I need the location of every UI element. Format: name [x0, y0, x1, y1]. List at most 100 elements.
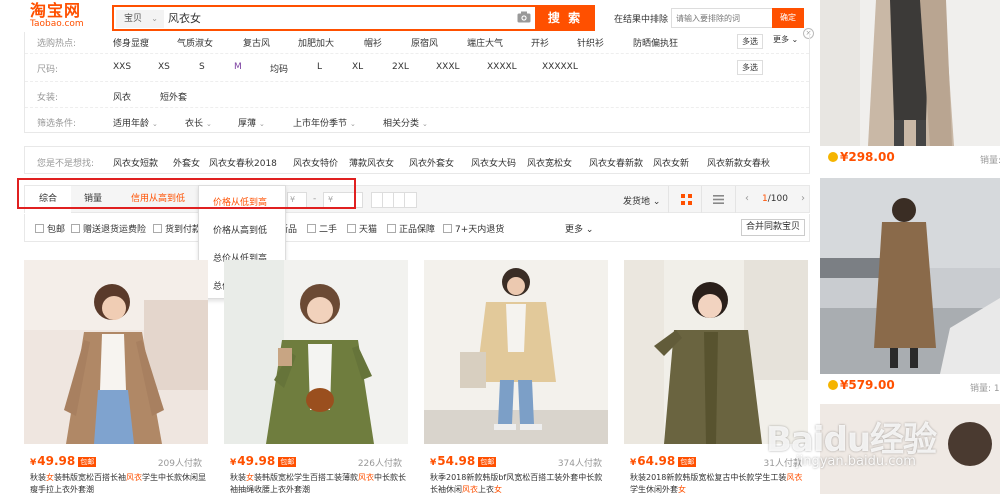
suggest-link[interactable]: 风衣外套女 [409, 156, 454, 169]
size-item[interactable]: XXXL [436, 62, 460, 72]
size-item[interactable]: 2XL [392, 62, 409, 72]
option-checkbox[interactable]: 7+天内退货 [443, 222, 504, 235]
highlight-box [17, 178, 356, 209]
price-filter-toggle[interactable] [371, 192, 417, 208]
ad-price: ¥298.00 [828, 150, 895, 164]
dropdown-item-price-desc[interactable]: 价格从高到低 [213, 223, 267, 236]
chevron-down-icon: ⌄ [151, 14, 158, 23]
condition-label: 衣长 [185, 119, 204, 129]
chevron-down-icon: ⌄ [259, 120, 265, 128]
size-item[interactable]: S [199, 62, 205, 72]
title-part: 装韩版宽松百搭长袖 [54, 473, 126, 482]
hot-item[interactable]: 原宿风 [411, 36, 438, 49]
page-indicator: 1/100 [762, 194, 788, 204]
size-item[interactable]: XXXXL [487, 62, 517, 72]
options-more-button[interactable]: 更多 ⌄ [565, 222, 593, 235]
hot-item[interactable]: 防晒偏执狂 [633, 36, 678, 49]
suggest-link[interactable]: 风衣新款女春秋 [707, 156, 770, 169]
hot-item[interactable]: 加肥加大 [298, 36, 334, 49]
list-view-icon[interactable] [713, 194, 724, 205]
suggest-link[interactable]: 外套女 [173, 156, 200, 169]
product-title[interactable]: 秋季2018新款韩版bf风宽松百搭工装外套中长款长袖休闲风衣上衣女 [430, 472, 606, 494]
merge-same-button[interactable]: 合并同款宝贝 [741, 219, 806, 236]
title-highlight: 女 [678, 485, 686, 494]
grid-view-icon[interactable] [681, 194, 692, 205]
title-part: 上衣 [478, 485, 494, 494]
option-checkbox[interactable]: 赠送退货运费险 [71, 222, 146, 235]
exclude-confirm-button[interactable]: 确定 [772, 8, 804, 28]
search-type-select[interactable]: 宝贝 ⌄ [116, 10, 164, 28]
option-checkbox[interactable]: 二手 [307, 222, 337, 235]
ad-image[interactable] [820, 178, 1000, 374]
search-button[interactable]: 搜 索 [535, 5, 595, 31]
hot-item[interactable]: 开衫 [531, 36, 549, 49]
currency-symbol: ¥ [430, 458, 437, 468]
filter-panel: 选购热点: 修身显瘦 气质淑女 复古风 加肥加大 帽衫 原宿风 端庄大气 开衫 … [24, 32, 810, 133]
condition-label: 相关分类 [383, 119, 420, 129]
hot-item[interactable]: 帽衫 [364, 36, 382, 49]
multi-select-button[interactable]: 多选 [737, 60, 763, 75]
suggest-link[interactable]: 风衣女特价 [293, 156, 338, 169]
size-item[interactable]: M [234, 62, 242, 72]
buyer-count: 374人付款 [557, 459, 602, 469]
product-card[interactable]: ¥49.98 包邮 226人付款 秋装女装韩版宽松学生百搭工装薄款风衣中长款长袖抽… [224, 260, 408, 494]
prev-page-icon[interactable]: ‹ [745, 193, 749, 204]
title-part: 秋装 [30, 473, 46, 482]
search-type-label: 宝贝 [124, 14, 143, 24]
crown-icon [828, 152, 838, 162]
product-image[interactable] [224, 260, 408, 444]
buyer-count: 209人付款 [157, 459, 202, 469]
size-item[interactable]: L [317, 62, 322, 72]
hot-item[interactable]: 修身显瘦 [113, 36, 149, 49]
suggest-link[interactable]: 风衣女春新款 [589, 156, 643, 169]
hot-item[interactable]: 复古风 [243, 36, 270, 49]
exclude-input[interactable] [671, 8, 773, 28]
product-card[interactable]: ¥49.98 包邮 209人付款 秋装女装韩版宽松百搭长袖风衣学生中长款休闲显瘦手… [24, 260, 208, 494]
product-image[interactable] [424, 260, 608, 444]
suggest-link[interactable]: 风衣宽松女 [527, 156, 572, 169]
suggest-link[interactable]: 风衣女新 [653, 156, 689, 169]
option-checkbox[interactable]: 包邮 [35, 222, 65, 235]
title-highlight: 女 [46, 473, 54, 482]
size-item[interactable]: XXS [113, 62, 131, 72]
hot-item[interactable]: 针织衫 [577, 36, 604, 49]
category-item[interactable]: 短外套 [160, 90, 187, 103]
hot-item[interactable]: 端庄大气 [467, 36, 503, 49]
product-image[interactable] [624, 260, 808, 444]
condition-dropdown[interactable]: 适用年龄 ⌄ [113, 116, 158, 129]
multi-select-button[interactable]: 多选 [737, 34, 763, 49]
hot-item[interactable]: 气质淑女 [177, 36, 213, 49]
condition-dropdown[interactable]: 厚薄 ⌄ [238, 116, 265, 129]
next-page-icon[interactable]: › [801, 193, 805, 204]
condition-dropdown[interactable]: 相关分类 ⌄ [383, 116, 428, 129]
camera-icon[interactable] [517, 11, 531, 23]
product-title[interactable]: 秋装2018新款韩版宽松复古中长款学生工装风衣学生休闲外套女 [630, 472, 806, 494]
product-card[interactable]: ¥54.98 包邮 374人付款 秋季2018新款韩版bf风宽松百搭工装外套中长款… [424, 260, 608, 494]
product-card[interactable]: ¥64.98 包邮 31人付款 秋装2018新款韩版宽松复古中长款学生工装风衣学生… [624, 260, 808, 494]
size-item[interactable]: 均码 [270, 62, 288, 75]
size-item[interactable]: XXXXXL [542, 62, 578, 72]
ad-image[interactable] [820, 404, 1000, 494]
option-checkbox[interactable]: 天猫 [347, 222, 377, 235]
category-item[interactable]: 风衣 [113, 90, 131, 103]
ship-from-dropdown[interactable]: 发货地 ⌄ [623, 194, 660, 207]
more-button[interactable]: 更多 ⌄ [773, 34, 798, 45]
product-title[interactable]: 秋装女装韩版宽松学生百搭工装薄款风衣中长款长袖抽绳收腰上衣外套潮 [230, 472, 406, 494]
condition-dropdown[interactable]: 上市年份季节 ⌄ [293, 116, 356, 129]
product-image[interactable] [24, 260, 208, 444]
search-input[interactable] [168, 9, 508, 29]
size-item[interactable]: XL [352, 62, 363, 72]
suggest-link[interactable]: 薄款风衣女 [349, 156, 394, 169]
option-label: 7+天内退货 [455, 225, 505, 235]
option-checkbox[interactable]: 货到付款 [153, 222, 201, 235]
suggest-link[interactable]: 风衣女春秋2018 [209, 156, 277, 169]
option-checkbox[interactable]: 正品保障 [387, 222, 435, 235]
condition-dropdown[interactable]: 衣长 ⌄ [185, 116, 212, 129]
product-title[interactable]: 秋装女装韩版宽松百搭长袖风衣学生中长款休闲显瘦手拉上衣外套潮 [30, 472, 206, 494]
size-item[interactable]: XS [158, 62, 170, 72]
filter-row-hot: 选购热点: 修身显瘦 气质淑女 复古风 加肥加大 帽衫 原宿风 端庄大气 开衫 … [25, 32, 809, 54]
taobao-logo[interactable]: 淘宝网 Taobao.com [30, 2, 102, 32]
suggest-link[interactable]: 风衣女短款 [113, 156, 158, 169]
ad-image[interactable] [820, 0, 1000, 146]
suggest-link[interactable]: 风衣女大码 [471, 156, 516, 169]
